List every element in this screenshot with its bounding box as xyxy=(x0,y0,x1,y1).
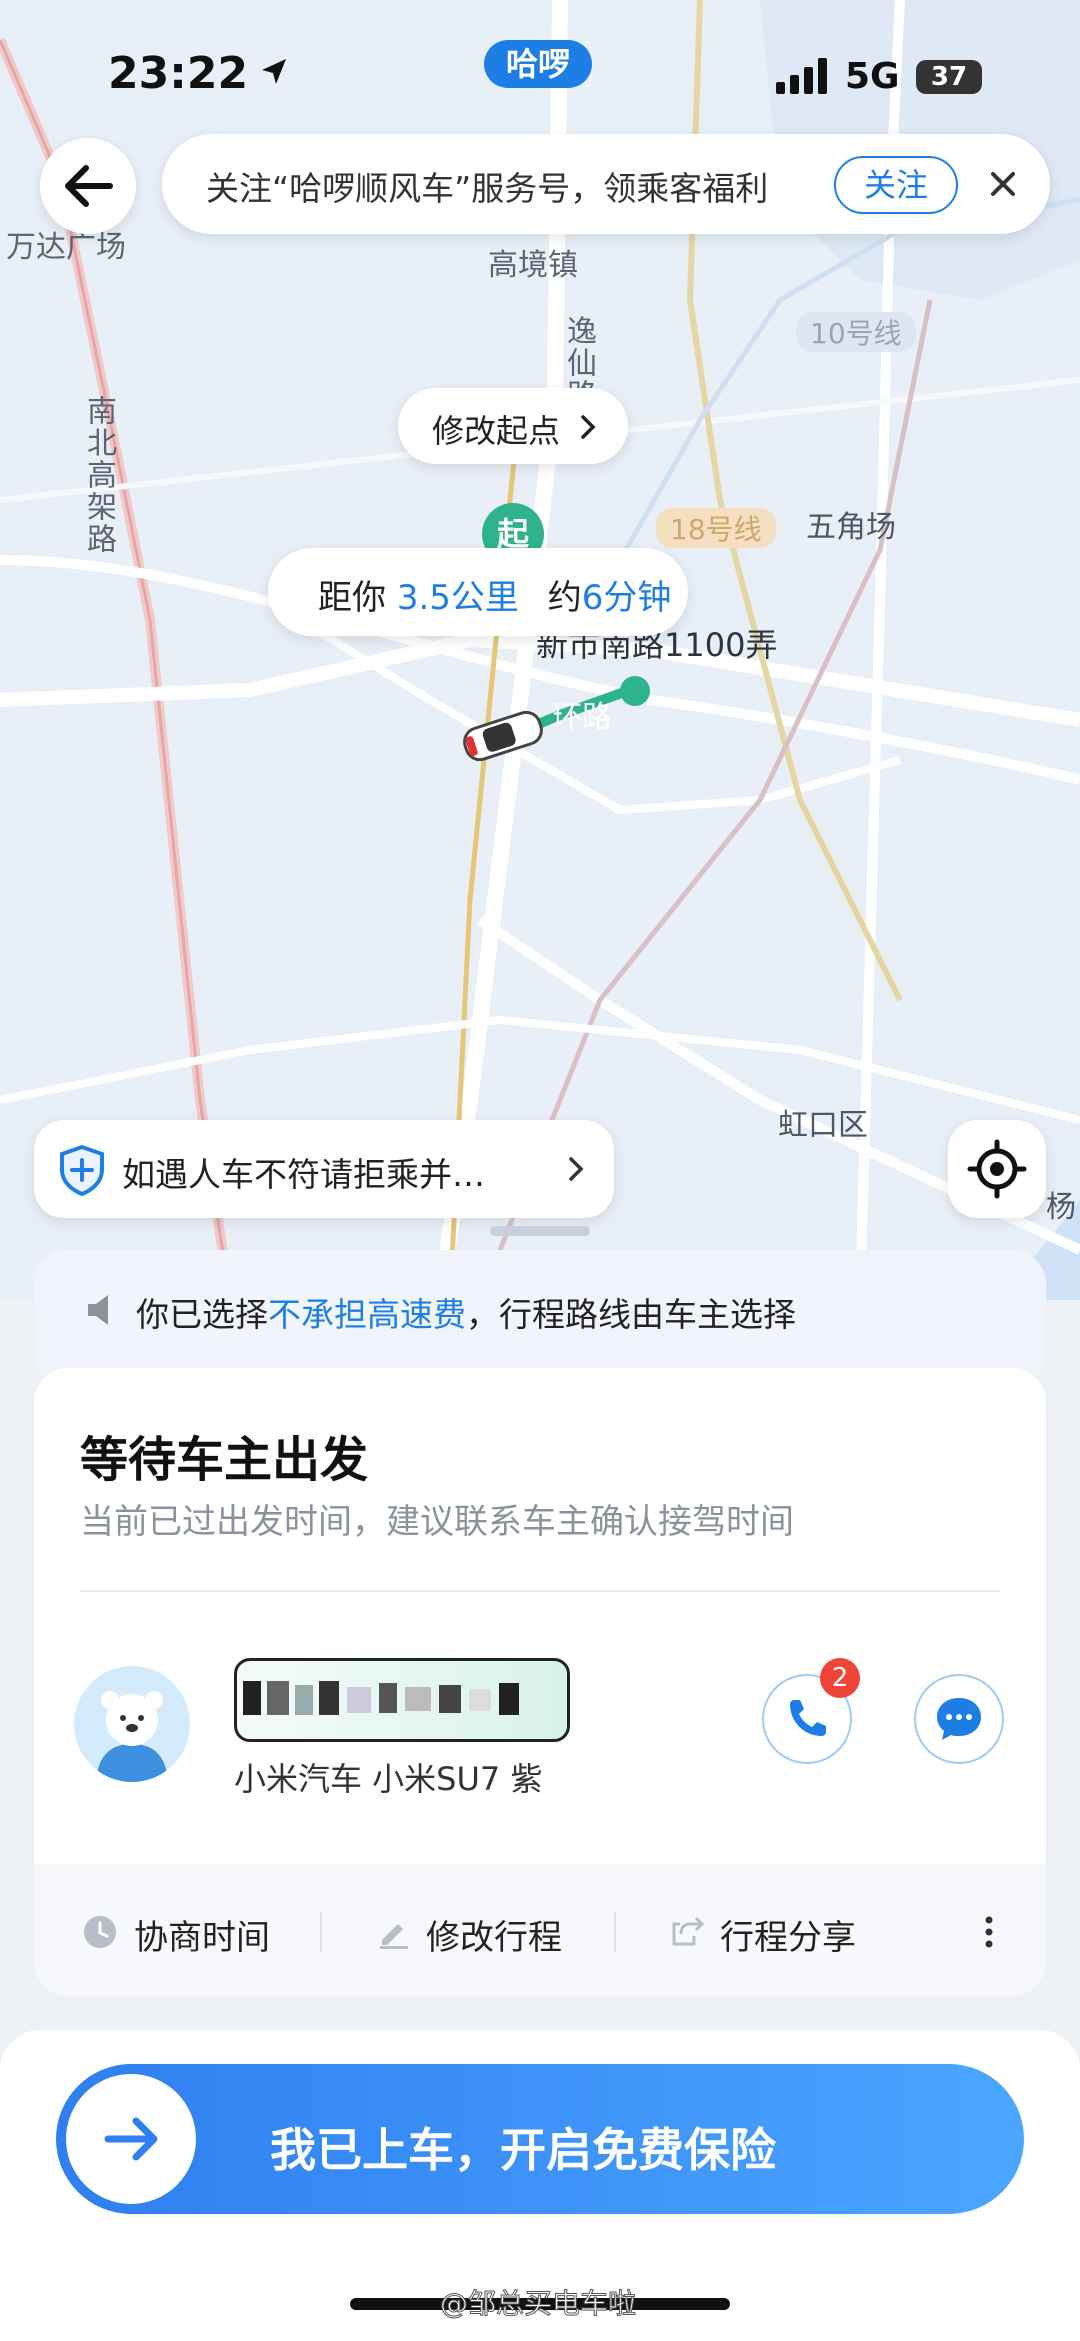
clock-icon xyxy=(84,1916,116,1948)
boarded-insurance-label: 我已上车，开启免费保险 xyxy=(270,2123,776,2177)
battery-indicator: 37 xyxy=(916,60,982,94)
map-label-line10: 10号线 xyxy=(796,312,916,352)
shield-plus-icon xyxy=(60,1144,104,1196)
distance-prefix: 距你 xyxy=(318,578,386,618)
notice-suffix: ，行程路线由车主选择 xyxy=(466,1295,796,1334)
speaker-icon xyxy=(88,1295,108,1325)
bear-avatar-icon xyxy=(74,1666,190,1782)
divider xyxy=(320,1912,322,1952)
close-banner-button[interactable] xyxy=(980,158,1026,208)
follow-banner-text: 关注“哈啰顺风车”服务号，领乘客福利 xyxy=(206,169,769,208)
watermark: @邹总买电车啦 xyxy=(439,2287,637,2321)
arrow-right-icon xyxy=(104,2117,158,2161)
action-label: 行程分享 xyxy=(720,1918,856,1958)
status-subtitle: 当前已过出发时间，建议联系车主确认接驾时间 xyxy=(80,1502,794,1542)
chat-bubble-icon xyxy=(937,1698,981,1740)
route-end-dot xyxy=(620,676,650,706)
more-vertical-icon xyxy=(985,1916,993,1948)
safety-tip[interactable]: 如遇人车不符请拒乘并… xyxy=(34,1120,614,1218)
app-badge: 哈啰 xyxy=(484,40,593,88)
notice-prefix: 你已选择 xyxy=(136,1295,268,1334)
license-plate-redacted xyxy=(234,1658,570,1742)
action-label: 修改行程 xyxy=(426,1918,562,1958)
action-bar: 协商时间 修改行程 行程分享 xyxy=(34,1864,1046,1996)
chat-button[interactable] xyxy=(914,1674,1004,1764)
route-notice: 你已选择不承担高速费，行程路线由车主选择 xyxy=(34,1250,1046,1370)
distance-bubble: 距你 3.5公里 约6分钟 xyxy=(268,548,688,636)
notice-highlight: 不承担高速费 xyxy=(268,1295,466,1334)
map-label-hongkou: 虹口区 xyxy=(778,1108,868,1143)
time-prefix: 约 xyxy=(547,578,582,618)
call-button[interactable]: 2 xyxy=(762,1658,860,1764)
signal-icon xyxy=(776,58,832,98)
arrow-circle xyxy=(66,2074,196,2204)
close-icon xyxy=(991,172,1015,196)
battery-level: 37 xyxy=(930,62,968,92)
trip-status-card: 等待车主出发 当前已过出发时间，建议联系车主确认接驾时间 小米汽车 小米SU7 … xyxy=(34,1368,1046,1996)
more-button[interactable] xyxy=(974,1910,1004,1954)
location-arrow-icon xyxy=(258,56,290,92)
back-button[interactable] xyxy=(40,138,136,234)
action-label: 协商时间 xyxy=(134,1918,270,1958)
modify-start-label: 修改起点 xyxy=(432,412,561,450)
follow-button[interactable]: 关注 xyxy=(834,156,958,214)
safety-tip-text: 如遇人车不符请拒乘并… xyxy=(122,1155,485,1194)
locate-button[interactable] xyxy=(948,1120,1046,1218)
map-label-wujiaochang: 五角场 xyxy=(806,510,896,545)
map-label-nanbei: 南北高架路 xyxy=(81,395,116,555)
sheet-drag-handle[interactable] xyxy=(490,1226,590,1236)
network-type: 5G xyxy=(845,56,900,97)
map-label-line18: 18号线 xyxy=(656,508,776,548)
distance-value: 3.5公里 xyxy=(396,578,519,618)
chevron-right-icon xyxy=(581,415,596,439)
call-badge: 2 xyxy=(820,1658,860,1698)
status-title: 等待车主出发 xyxy=(80,1432,369,1488)
share-icon xyxy=(672,1916,704,1946)
car-icon xyxy=(458,708,548,768)
modify-start-button[interactable]: 修改起点 xyxy=(398,388,628,464)
arrow-left-icon xyxy=(65,165,113,207)
crosshair-icon xyxy=(967,1139,1027,1199)
map-label-yang: 杨 xyxy=(1046,1190,1076,1225)
driver-car: 小米汽车 小米SU7 紫 xyxy=(234,1760,543,1798)
driver-avatar[interactable] xyxy=(74,1666,190,1782)
status-time: 23:22 xyxy=(108,48,249,99)
bottom-bar: 我已上车，开启免费保险 @邹总买电车啦 xyxy=(0,2030,1080,2341)
follow-banner: 关注“哈啰顺风车”服务号，领乘客福利 关注 xyxy=(162,134,1050,234)
chevron-right-icon xyxy=(569,1157,584,1181)
map-label-gaojing: 高境镇 xyxy=(488,248,578,283)
pencil-icon xyxy=(380,1924,408,1949)
divider xyxy=(614,1912,616,1952)
map-label-huanlu: 环路 xyxy=(552,700,612,735)
boarded-insurance-button[interactable]: 我已上车，开启免费保险 xyxy=(56,2064,1024,2214)
divider xyxy=(80,1590,1000,1592)
eta-value: 6分钟 xyxy=(581,578,672,618)
